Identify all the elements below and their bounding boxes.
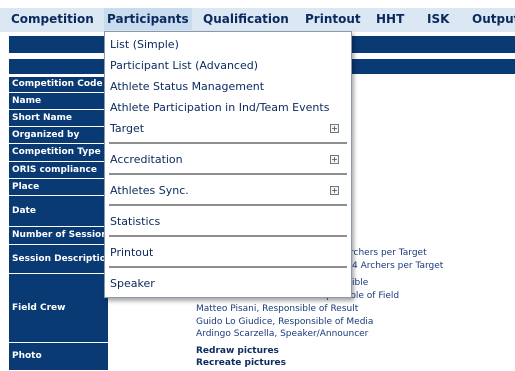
menu-item-athlete-participation[interactable]: Athlete Participation in Ind/Team Events — [110, 101, 329, 114]
menu-item-athletes-sync[interactable]: Athletes Sync. + — [110, 184, 345, 197]
session-description-line1: rchers per Target — [350, 248, 427, 258]
field-crew-line1: ible — [352, 278, 369, 288]
menu-competition[interactable]: Competition — [11, 8, 94, 30]
menu-item-accreditation[interactable]: Accreditation + — [110, 153, 345, 166]
label-date: Date — [9, 196, 108, 227]
menu-separator — [109, 204, 347, 206]
menu-separator — [109, 142, 347, 144]
label-session-description: Session Description — [9, 245, 108, 274]
menu-item-statistics[interactable]: Statistics — [110, 215, 160, 228]
menu-isk[interactable]: ISK — [427, 8, 449, 30]
label-organized-by: Organized by — [9, 127, 108, 144]
expand-submenu-icon: + — [330, 186, 339, 195]
menu-separator — [109, 266, 347, 268]
menu-item-athlete-status-management[interactable]: Athlete Status Management — [110, 80, 264, 93]
field-crew-line4: Guido Lo Giudice, Responsible of Media — [196, 317, 374, 327]
menu-qualification[interactable]: Qualification — [203, 8, 289, 30]
menu-hht[interactable]: HHT — [376, 8, 404, 30]
expand-submenu-icon: + — [330, 124, 339, 133]
field-crew-line3: Matteo Pisani, Responsible of Result — [196, 304, 359, 314]
label-competition-code: Competition Code — [9, 77, 108, 93]
label-number-of-sessions: Number of Sessions — [9, 227, 108, 245]
menu-item-athletes-sync-label: Athletes Sync. — [110, 184, 189, 197]
menu-participants[interactable]: Participants — [104, 8, 192, 30]
menu-printout[interactable]: Printout — [305, 8, 361, 30]
menu-item-accreditation-label: Accreditation — [110, 153, 183, 166]
menu-item-printout[interactable]: Printout — [110, 246, 153, 259]
label-competition-type: Competition Type — [9, 144, 108, 162]
label-name: Name — [9, 93, 108, 110]
menu-item-target-label: Target — [110, 122, 145, 135]
menu-separator — [109, 173, 347, 175]
label-place: Place — [9, 179, 108, 196]
field-crew-line5: Ardingo Scarzella, Speaker/Announcer — [196, 329, 369, 339]
participants-dropdown-menu: List (Simple) Participant List (Advanced… — [104, 31, 352, 298]
label-oris-compliance: ORIS compliance — [9, 162, 108, 179]
session-description-line2: 4 Archers per Target — [352, 261, 444, 271]
menu-item-speaker[interactable]: Speaker — [110, 277, 155, 290]
menu-item-participant-list-advanced[interactable]: Participant List (Advanced) — [110, 59, 258, 72]
redraw-pictures-link[interactable]: Redraw pictures — [196, 346, 279, 356]
menu-item-target[interactable]: Target + — [110, 122, 345, 135]
menu-separator — [109, 235, 347, 237]
expand-submenu-icon: + — [330, 155, 339, 164]
label-short-name: Short Name — [9, 110, 108, 127]
label-field-crew: Field Crew — [9, 274, 108, 343]
menu-output[interactable]: Output — [472, 8, 515, 30]
menu-item-list-simple[interactable]: List (Simple) — [110, 38, 179, 51]
main-menubar: Competition Participants Qualification P… — [0, 8, 515, 32]
